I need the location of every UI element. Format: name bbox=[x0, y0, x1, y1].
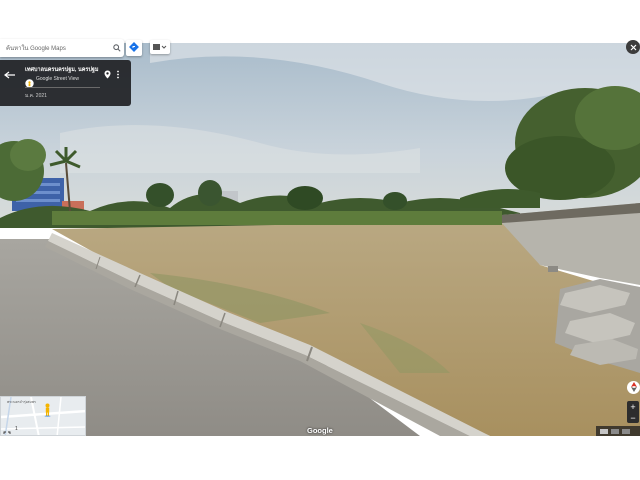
photo-tile-icon[interactable] bbox=[622, 428, 630, 434]
bottom-toolbar bbox=[596, 426, 640, 436]
zoom-in-button[interactable]: + bbox=[627, 401, 639, 412]
search-box[interactable]: ค้นหาใน Google Maps bbox=[0, 39, 124, 57]
mini-map-counter: 1 bbox=[15, 426, 18, 432]
back-arrow-icon[interactable] bbox=[4, 66, 16, 84]
photo-tile-icon[interactable] bbox=[611, 428, 619, 434]
close-button[interactable] bbox=[626, 40, 640, 54]
search-icon[interactable] bbox=[110, 41, 124, 55]
location-title: เทศบาลนครนครปฐม, นครปฐม bbox=[25, 67, 99, 73]
more-vert-icon[interactable] bbox=[116, 66, 120, 84]
pegman-icon[interactable] bbox=[43, 403, 52, 422]
street-view-icon bbox=[25, 75, 34, 93]
search-input[interactable]: ค้นหาใน Google Maps bbox=[6, 43, 110, 53]
location-info-card: เทศบาลนครนครปฐม, นครปฐม Google Street Vi… bbox=[0, 60, 131, 106]
close-icon bbox=[630, 38, 637, 56]
street-view-label: Google Street View bbox=[36, 76, 79, 82]
google-watermark: Google bbox=[307, 426, 333, 435]
zoom-out-button[interactable]: − bbox=[627, 412, 639, 423]
mini-map[interactable]: พระนครจำรุ่งสมพร 1 bbox=[0, 396, 86, 436]
directions-icon bbox=[129, 39, 139, 57]
location-pin-icon[interactable] bbox=[104, 66, 111, 84]
capture-date[interactable]: ม.ค. 2021 bbox=[25, 92, 47, 100]
compass-icon bbox=[630, 379, 638, 397]
photo-tile-icon[interactable] bbox=[600, 428, 608, 434]
layers-icon bbox=[153, 38, 167, 56]
mini-map-label: พระนครจำรุ่งสมพร bbox=[7, 400, 36, 404]
expand-icon[interactable] bbox=[3, 426, 11, 435]
compass-button[interactable] bbox=[627, 381, 640, 394]
timeline-divider bbox=[25, 87, 100, 88]
layers-button[interactable] bbox=[150, 40, 170, 54]
directions-button[interactable] bbox=[126, 40, 142, 56]
